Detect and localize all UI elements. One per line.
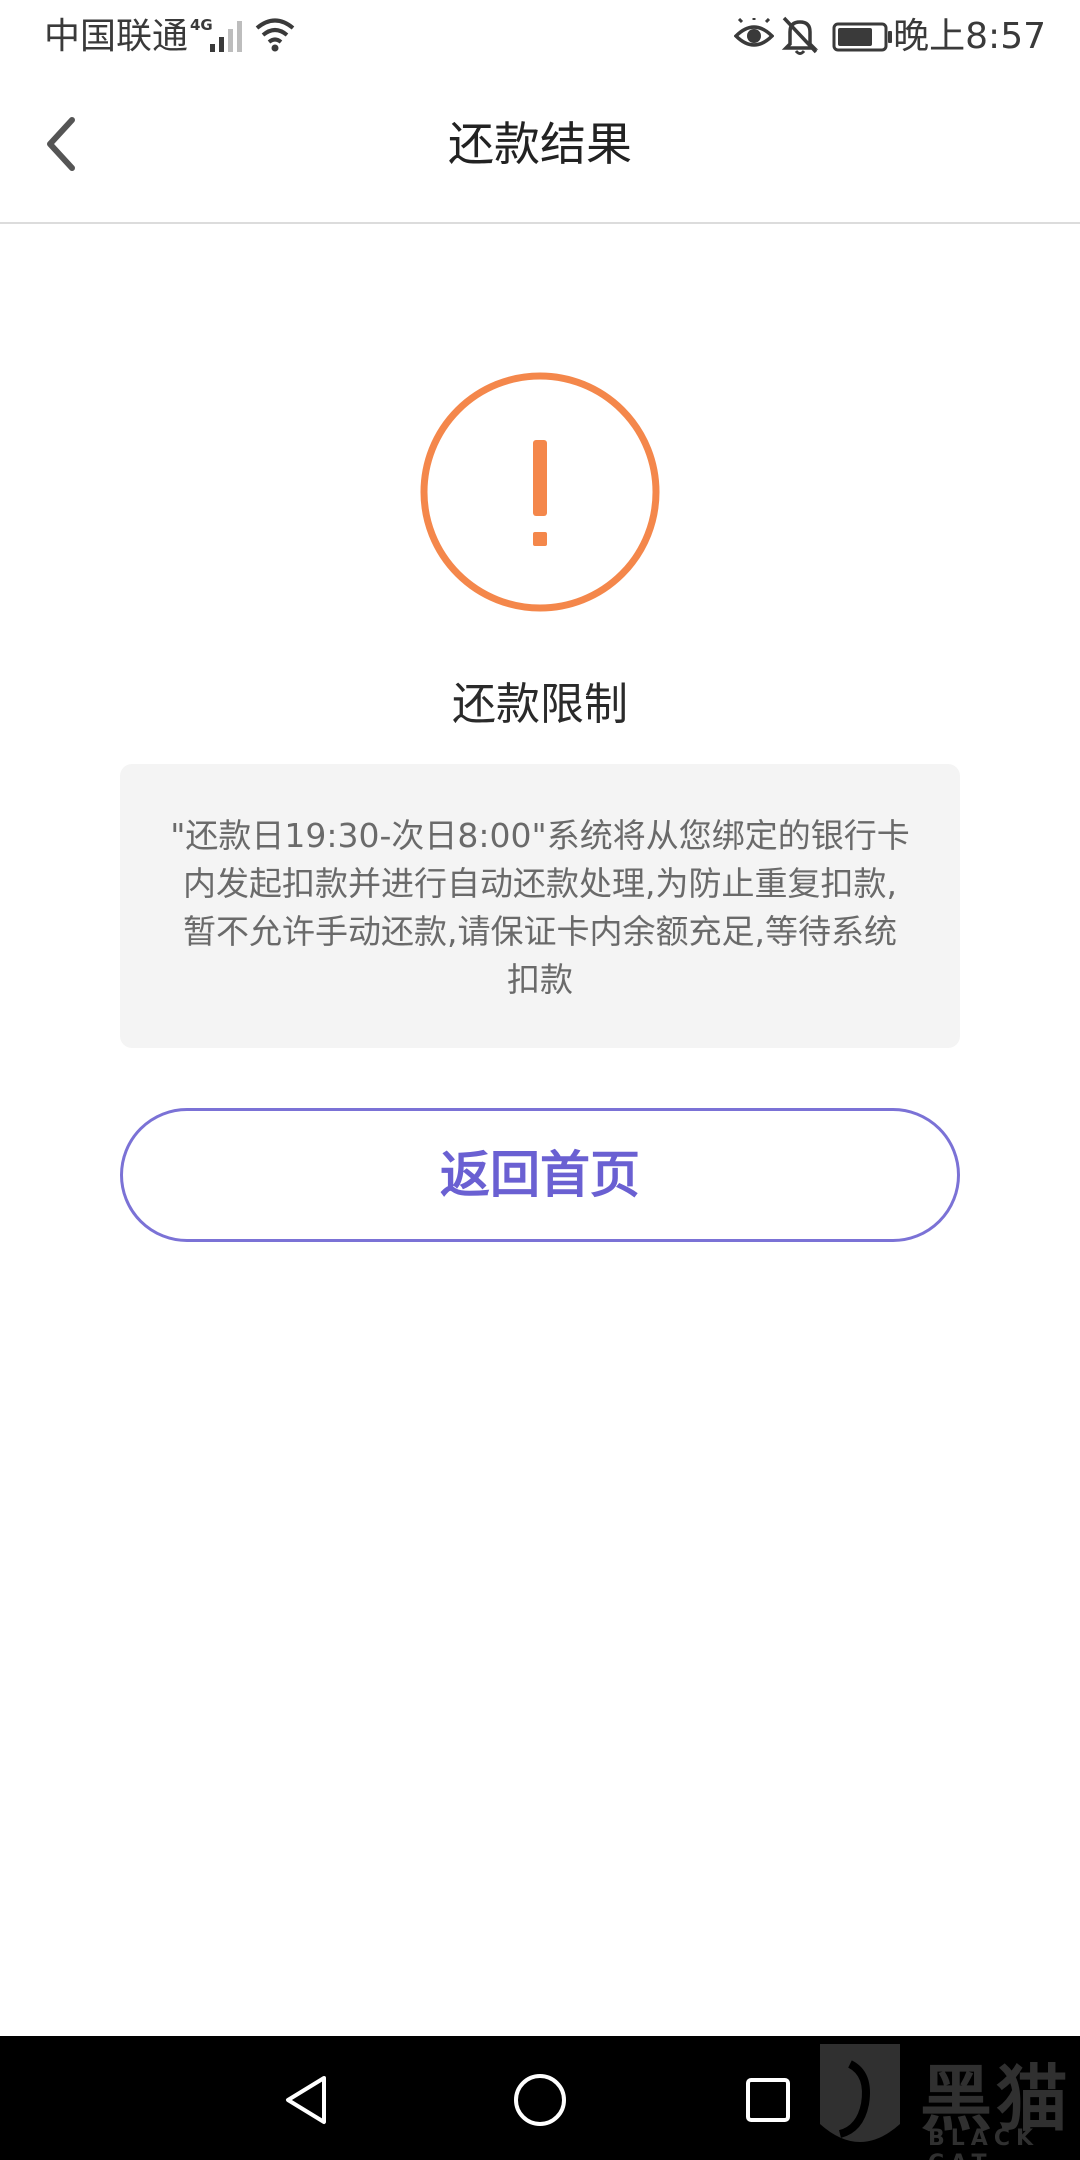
page-title: 还款结果	[448, 117, 632, 171]
back-triangle-icon[interactable]	[282, 2074, 332, 2126]
warning-icon	[420, 372, 660, 612]
watermark-subtext: BLACK CAT	[928, 2126, 1040, 2160]
eye-icon	[734, 18, 774, 47]
header-bar: 还款结果	[0, 74, 1080, 224]
cat-logo-icon	[820, 2044, 900, 2142]
result-title: 还款限制	[452, 679, 628, 730]
message-box: "还款日19:30-次日8:00"系统将从您绑定的银行卡内发起扣款并进行自动还款…	[120, 764, 960, 1048]
signal-icon	[210, 21, 242, 52]
screen: 中国联通 4G 晚上8:57 还款结果 还款限制 "还款日19:30-次日8:0…	[0, 0, 1080, 2160]
home-circle-icon[interactable]	[512, 2072, 568, 2128]
battery-icon	[832, 22, 892, 52]
status-bar: 中国联通 4G 晚上8:57	[0, 0, 1080, 74]
bell-off-icon	[781, 16, 819, 55]
carrier-name: 中国联通	[44, 16, 189, 57]
wifi-icon	[255, 18, 295, 52]
recent-square-icon[interactable]	[744, 2076, 792, 2124]
return-home-button[interactable]: 返回首页	[120, 1108, 960, 1242]
status-time: 晚上8:57	[893, 16, 1046, 57]
watermark-logo: 黑猫 BLACK CAT	[810, 2034, 1080, 2160]
message-text: "还款日19:30-次日8:00"系统将从您绑定的银行卡内发起扣款并进行自动还款…	[170, 816, 910, 999]
